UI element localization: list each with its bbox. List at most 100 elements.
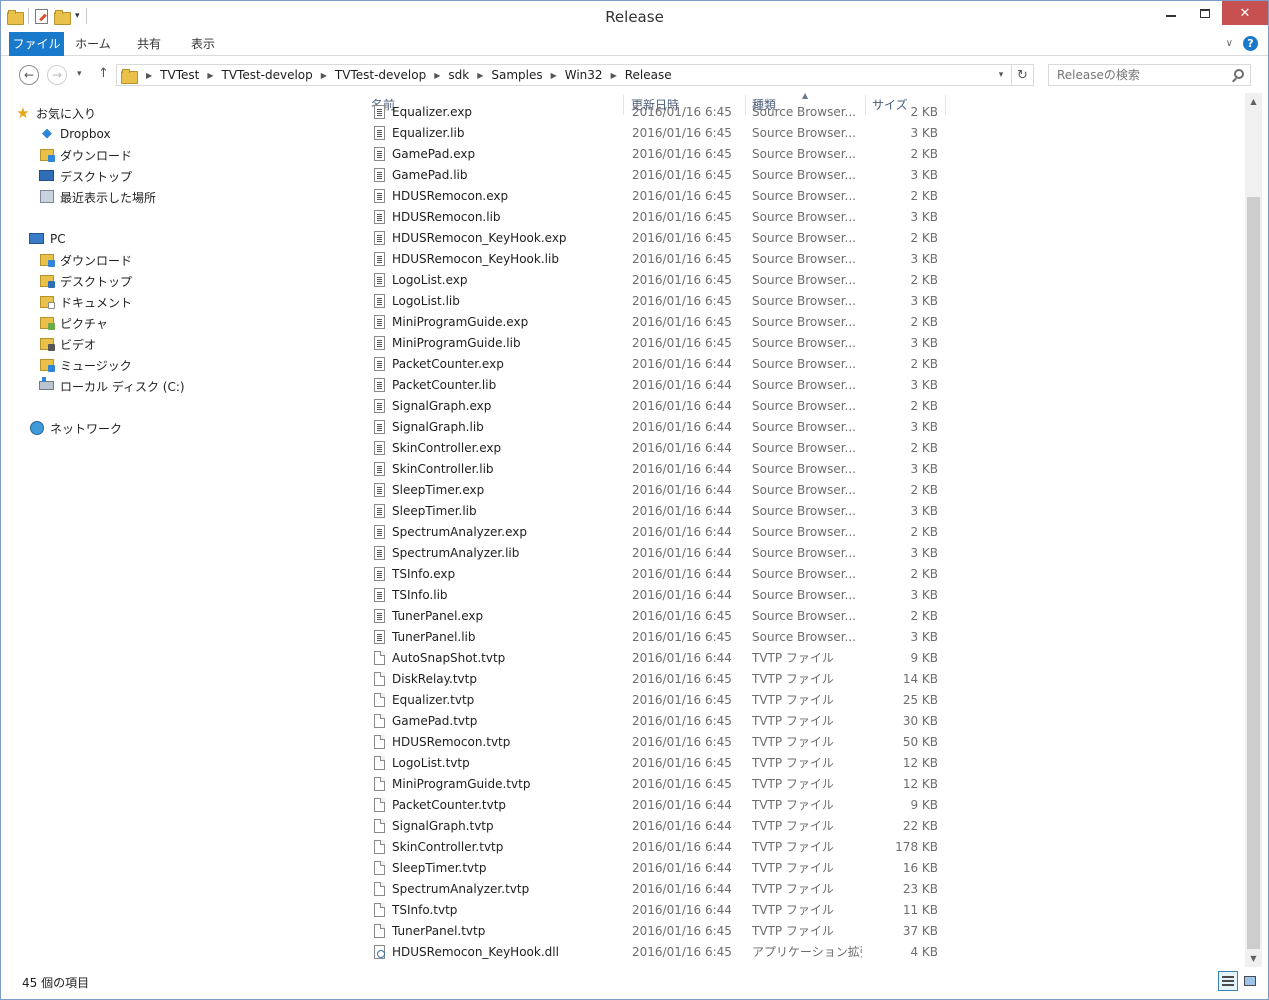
minimize-button[interactable] <box>1154 1 1188 25</box>
chevron-right-icon[interactable]: ▶ <box>430 71 444 80</box>
search-input[interactable] <box>1049 65 1219 85</box>
refresh-button[interactable]: ↻ <box>1011 65 1033 85</box>
table-row[interactable]: MiniProgramGuide.exp 2016/01/16 6:45 Sourc… <box>363 312 1243 333</box>
table-row[interactable]: DiskRelay.tvtp 2016/01/16 6:45 TVTP ファイル 14… <box>363 669 1243 690</box>
sidebar-item-downloads[interactable]: ダウンロード <box>39 145 132 165</box>
breadcrumb-item[interactable]: TVTest <box>156 68 203 82</box>
sidebar-item-videos[interactable]: ビデオ <box>39 334 96 354</box>
file-size: 3 KB <box>910 336 938 350</box>
table-row[interactable]: MiniProgramGuide.lib 2016/01/16 6:45 Sourc… <box>363 333 1243 354</box>
table-row[interactable]: SkinController.lib 2016/01/16 6:44 Source … <box>363 459 1243 480</box>
sidebar-item-pc[interactable]: PC <box>29 229 66 249</box>
table-row[interactable]: PacketCounter.tvtp 2016/01/16 6:44 TVTP ファ… <box>363 795 1243 816</box>
chevron-right-icon[interactable]: ▶ <box>473 71 487 80</box>
table-row[interactable]: HDUSRemocon_KeyHook.dll 2016/01/16 6:45 アプ… <box>363 942 1243 963</box>
scrollbar-thumb[interactable] <box>1247 197 1260 949</box>
address-history-dropdown-icon[interactable]: ▾ <box>993 65 1009 85</box>
file-type: Source Browser... <box>752 567 856 581</box>
vertical-scrollbar[interactable]: ▲ ▼ <box>1245 93 1262 967</box>
file-type: TVTP ファイル <box>752 651 834 665</box>
breadcrumb-item[interactable]: TVTest-develop <box>217 68 316 82</box>
sidebar-item-network[interactable]: ネットワーク <box>29 418 122 438</box>
table-row[interactable]: SpectrumAnalyzer.tvtp 2016/01/16 6:44 TVTP… <box>363 879 1243 900</box>
recent-locations-dropdown-icon[interactable]: ▾ <box>77 69 82 79</box>
expand-ribbon-chevron-icon[interactable]: ∨ <box>1226 38 1233 49</box>
sidebar-item-recent-places[interactable]: 最近表示した場所 <box>39 187 156 207</box>
table-row[interactable]: Equalizer.exp 2016/01/16 6:45 Source Brows… <box>363 102 1243 123</box>
table-row[interactable]: HDUSRemocon_KeyHook.lib 2016/01/16 6:45 So… <box>363 249 1243 270</box>
table-row[interactable]: GamePad.lib 2016/01/16 6:45 Source Browser… <box>363 165 1243 186</box>
table-row[interactable]: SignalGraph.exp 2016/01/16 6:44 Source Bro… <box>363 396 1243 417</box>
table-row[interactable]: HDUSRemocon_KeyHook.exp 2016/01/16 6:45 So… <box>363 228 1243 249</box>
table-row[interactable]: AutoSnapShot.tvtp 2016/01/16 6:44 TVTP ファイ… <box>363 648 1243 669</box>
table-row[interactable]: PacketCounter.lib 2016/01/16 6:44 Source B… <box>363 375 1243 396</box>
details-view-button[interactable] <box>1218 971 1238 991</box>
table-row[interactable]: SleepTimer.tvtp 2016/01/16 6:44 TVTP ファイル 1… <box>363 858 1243 879</box>
scroll-up-icon[interactable]: ▲ <box>1245 93 1262 110</box>
table-row[interactable]: TunerPanel.lib 2016/01/16 6:45 Source Brow… <box>363 627 1243 648</box>
table-row[interactable]: TunerPanel.exp 2016/01/16 6:45 Source Brow… <box>363 606 1243 627</box>
table-row[interactable]: SleepTimer.lib 2016/01/16 6:44 Source Brow… <box>363 501 1243 522</box>
sidebar-item-pictures[interactable]: ピクチャ <box>39 313 108 333</box>
table-row[interactable]: PacketCounter.exp 2016/01/16 6:44 Source B… <box>363 354 1243 375</box>
sidebar-item-documents[interactable]: ドキュメント <box>39 292 132 312</box>
tab-home[interactable]: ホーム <box>69 32 117 56</box>
table-row[interactable]: SignalGraph.tvtp 2016/01/16 6:44 TVTP ファイル… <box>363 816 1243 837</box>
chevron-right-icon[interactable]: ▶ <box>547 71 561 80</box>
sidebar-item-pc-downloads[interactable]: ダウンロード <box>39 250 132 270</box>
table-row[interactable]: SleepTimer.exp 2016/01/16 6:44 Source Brow… <box>363 480 1243 501</box>
search-box[interactable] <box>1048 64 1251 86</box>
table-row[interactable]: SpectrumAnalyzer.exp 2016/01/16 6:44 Sourc… <box>363 522 1243 543</box>
table-row[interactable]: TSInfo.exp 2016/01/16 6:44 Source Browser.… <box>363 564 1243 585</box>
large-icons-view-button[interactable] <box>1240 971 1260 991</box>
breadcrumb-item[interactable]: sdk <box>444 68 473 82</box>
help-icon[interactable]: ? <box>1243 36 1258 51</box>
breadcrumb-item[interactable]: Win32 <box>561 68 607 82</box>
table-row[interactable]: TSInfo.lib 2016/01/16 6:44 Source Browser.… <box>363 585 1243 606</box>
up-arrow-icon[interactable]: ↑ <box>98 66 109 81</box>
table-row[interactable]: Equalizer.lib 2016/01/16 6:45 Source Brows… <box>363 123 1243 144</box>
table-row[interactable]: SpectrumAnalyzer.lib 2016/01/16 6:44 Sourc… <box>363 543 1243 564</box>
tab-share[interactable]: 共有 <box>127 32 171 56</box>
back-button[interactable]: ← <box>19 65 39 85</box>
tab-file[interactable]: ファイル <box>9 32 64 56</box>
table-row[interactable]: SkinController.tvtp 2016/01/16 6:44 TVTP フ… <box>363 837 1243 858</box>
scroll-down-icon[interactable]: ▼ <box>1245 950 1262 967</box>
sidebar-item-favorites[interactable]: ★ お気に入り <box>15 103 345 123</box>
chevron-right-icon[interactable]: ▶ <box>317 71 331 80</box>
table-row[interactable]: GamePad.exp 2016/01/16 6:45 Source Browser… <box>363 144 1243 165</box>
file-date: 2016/01/16 6:45 <box>632 777 732 791</box>
sidebar-item-desktop[interactable]: デスクトップ <box>39 166 132 186</box>
maximize-button[interactable] <box>1188 1 1222 25</box>
search-icon[interactable] <box>1234 69 1244 79</box>
breadcrumb-item[interactable]: TVTest-develop <box>331 68 430 82</box>
sidebar-item-dropbox[interactable]: ◆ Dropbox <box>39 124 111 144</box>
table-row[interactable]: TunerPanel.tvtp 2016/01/16 6:45 TVTP ファイル 3… <box>363 921 1243 942</box>
table-row[interactable]: LogoList.lib 2016/01/16 6:45 Source Browse… <box>363 291 1243 312</box>
table-row[interactable]: HDUSRemocon.tvtp 2016/01/16 6:45 TVTP ファイル… <box>363 732 1243 753</box>
table-row[interactable]: MiniProgramGuide.tvtp 2016/01/16 6:45 TVTP… <box>363 774 1243 795</box>
chevron-right-icon[interactable]: ▶ <box>142 71 156 80</box>
tab-view[interactable]: 表示 <box>181 32 225 56</box>
table-row[interactable]: LogoList.tvtp 2016/01/16 6:45 TVTP ファイル 12 … <box>363 753 1243 774</box>
breadcrumb-item-current[interactable]: Release <box>621 68 676 82</box>
chevron-right-icon[interactable]: ▶ <box>607 71 621 80</box>
table-row[interactable]: HDUSRemocon.exp 2016/01/16 6:45 Source Bro… <box>363 186 1243 207</box>
sidebar-item-pc-desktop[interactable]: デスクトップ <box>39 271 132 291</box>
table-row[interactable]: SkinController.exp 2016/01/16 6:44 Source … <box>363 438 1243 459</box>
forward-button[interactable]: → <box>47 65 67 85</box>
table-row[interactable]: SignalGraph.lib 2016/01/16 6:44 Source Bro… <box>363 417 1243 438</box>
sidebar-item-local-disk[interactable]: ローカル ディスク (C:) <box>39 376 185 396</box>
table-row[interactable]: TSInfo.tvtp 2016/01/16 6:44 TVTP ファイル 11 KB <box>363 900 1243 921</box>
table-row[interactable]: LogoList.exp 2016/01/16 6:45 Source Browse… <box>363 270 1243 291</box>
sidebar-item-music[interactable]: ミュージック <box>39 355 132 375</box>
table-row[interactable]: GamePad.tvtp 2016/01/16 6:45 TVTP ファイル 30 K… <box>363 711 1243 732</box>
breadcrumb-item[interactable]: Samples <box>487 68 546 82</box>
table-row[interactable]: HDUSRemocon.lib 2016/01/16 6:45 Source Bro… <box>363 207 1243 228</box>
close-button[interactable]: ✕ <box>1222 1 1268 25</box>
address-bar[interactable]: ▶ TVTest ▶ TVTest-develop ▶ TVTest-devel… <box>116 64 1034 86</box>
table-row[interactable]: Equalizer.tvtp 2016/01/16 6:45 TVTP ファイル 25… <box>363 690 1243 711</box>
chevron-right-icon[interactable]: ▶ <box>203 71 217 80</box>
large-icons-view-icon <box>1244 976 1256 986</box>
file-size: 3 KB <box>910 168 938 182</box>
